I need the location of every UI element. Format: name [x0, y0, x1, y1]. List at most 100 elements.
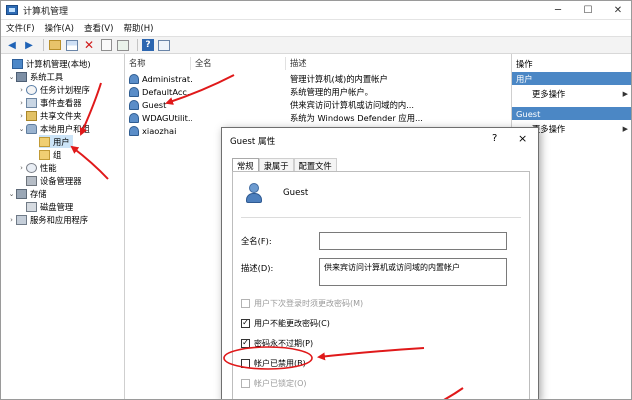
tree-item-label: 本地用户和组	[40, 123, 90, 134]
help-icon[interactable]: ?	[142, 39, 154, 51]
expand-icon[interactable]: ›	[17, 86, 26, 94]
tree-item-label: 计算机管理(本地)	[26, 58, 91, 69]
checkbox-box[interactable]: ✓	[241, 338, 250, 348]
fullname-label: 全名(F):	[241, 236, 272, 246]
password-never-expires-checkbox[interactable]: ✓ 密码永不过期(P)	[241, 337, 313, 349]
toolbar-divider	[137, 39, 138, 51]
menu-action[interactable]: 操作(A)	[40, 22, 79, 34]
user-description: 供来宾访问计算机或访问域的内...	[290, 99, 415, 110]
checkbox-box[interactable]	[241, 378, 250, 388]
collapse-icon[interactable]: ⌄	[7, 73, 16, 81]
guest-properties-dialog: Guest 属性 ? × 常规 隶属于 配置文件 Guest 全名(F): 描述…	[221, 127, 539, 399]
tree-item-users[interactable]: 用户	[39, 135, 73, 148]
column-header-fullname[interactable]: 全名	[191, 57, 286, 70]
forward-arrow-icon[interactable]: ▶	[22, 38, 36, 52]
menu-file[interactable]: 文件(F)	[1, 22, 40, 34]
tree-item-disk-management[interactable]: 磁盘管理	[26, 200, 73, 213]
delete-icon[interactable]: ✕	[82, 38, 96, 52]
actions-section-guest[interactable]: Guest	[512, 107, 631, 120]
expand-icon[interactable]: ›	[7, 216, 16, 224]
tree-item-system-tools[interactable]: ⌄ 系统工具	[7, 70, 63, 83]
menu-help[interactable]: 帮助(H)	[118, 22, 158, 34]
tree-item-local-users-groups[interactable]: ⌄ 本地用户和组	[17, 122, 90, 135]
account-disabled-checkbox[interactable]: 帐户已禁用(B)	[241, 357, 306, 369]
tree-item-label: 存储	[30, 188, 47, 199]
tree-item-services-apps[interactable]: › 服务和应用程序	[7, 213, 88, 226]
window-title: 计算机管理	[23, 6, 69, 17]
tree-item-shared-folders[interactable]: › 共享文件夹	[17, 109, 82, 122]
tree-item-label: 设备管理器	[40, 175, 82, 186]
event-viewer-icon	[26, 97, 37, 108]
tree-item-groups[interactable]: 组	[39, 148, 61, 161]
dialog-close-button[interactable]: ×	[518, 132, 527, 145]
checkbox-label: 用户下次登录时须更改密码(M)	[254, 298, 364, 308]
services-icon	[16, 214, 27, 225]
cannot-change-password-checkbox[interactable]: ✓ 用户不能更改密码(C)	[241, 317, 330, 329]
title-bar: 计算机管理 ─ ☐ ✕	[1, 1, 631, 20]
list-item[interactable]: DefaultAcc... 系统管理的用户帐户。	[125, 85, 511, 98]
properties-icon[interactable]	[99, 38, 113, 52]
minimize-button[interactable]: ─	[543, 1, 573, 20]
collapse-icon[interactable]: ⌄	[7, 190, 16, 198]
tree-item-label: 事件查看器	[40, 97, 82, 108]
show-tree-icon[interactable]	[65, 38, 79, 52]
tab-member-of[interactable]: 隶属于	[258, 158, 294, 172]
column-header-name[interactable]: 名称	[125, 57, 191, 70]
tree-item-root[interactable]: 计算机管理(本地)	[3, 57, 91, 70]
chevron-right-icon: ▶	[622, 124, 628, 133]
back-arrow-icon[interactable]: ◀	[5, 38, 19, 52]
tree-item-label: 服务和应用程序	[30, 214, 89, 225]
checkbox-box[interactable]	[241, 358, 250, 368]
description-field[interactable]: 供来宾访问计算机或访问域的内置帐户	[319, 258, 507, 286]
fullname-field[interactable]	[319, 232, 507, 250]
more-actions-users[interactable]: 更多操作 ▶	[512, 87, 631, 100]
column-header-description[interactable]: 描述	[286, 57, 416, 70]
user-description: 管理计算机(域)的内置帐户	[290, 73, 388, 84]
user-name: Administrat...	[142, 73, 192, 84]
toolbar-divider	[43, 39, 44, 51]
close-button[interactable]: ✕	[603, 1, 631, 20]
view-icon[interactable]	[157, 38, 171, 52]
must-change-password-checkbox[interactable]: 用户下次登录时须更改密码(M)	[241, 297, 363, 309]
tab-profile[interactable]: 配置文件	[293, 158, 337, 172]
expand-icon[interactable]: ›	[17, 99, 26, 107]
account-locked-checkbox[interactable]: 帐户已锁定(O)	[241, 377, 307, 389]
tree-item-label: 磁盘管理	[40, 201, 74, 212]
device-manager-icon	[26, 175, 37, 186]
list-item[interactable]: Administrat... 管理计算机(域)的内置帐户	[125, 72, 511, 85]
tree-item-storage[interactable]: ⌄ 存储	[7, 187, 47, 200]
checkbox-label: 用户不能更改密码(C)	[254, 318, 330, 328]
tree-item-label: 用户	[53, 136, 70, 147]
checkbox-box[interactable]	[241, 298, 250, 308]
tree-item-performance[interactable]: › 性能	[17, 161, 57, 174]
chevron-right-icon: ▶	[622, 89, 628, 98]
user-name: Guest	[142, 99, 167, 110]
expand-icon[interactable]: ›	[17, 112, 26, 120]
tree-item-event-viewer[interactable]: › 事件查看器	[17, 96, 82, 109]
up-folder-icon[interactable]	[48, 38, 62, 52]
folder-icon	[39, 136, 50, 147]
tree-item-label: 任务计划程序	[40, 84, 90, 95]
user-icon	[129, 73, 139, 84]
disk-icon	[26, 201, 37, 212]
actions-section-users[interactable]: 用户	[512, 72, 631, 85]
export-list-icon[interactable]	[116, 38, 130, 52]
tree-item-device-manager[interactable]: 设备管理器	[26, 174, 82, 187]
expand-icon[interactable]: ›	[17, 164, 26, 172]
user-icon	[243, 182, 265, 204]
menu-view[interactable]: 查看(V)	[79, 22, 118, 34]
collapse-icon[interactable]: ⌄	[17, 125, 26, 133]
maximize-button[interactable]: ☐	[573, 1, 603, 20]
tools-icon	[16, 71, 27, 82]
tree-item-task-scheduler[interactable]: › 任务计划程序	[17, 83, 90, 96]
checkbox-box[interactable]: ✓	[241, 318, 250, 328]
list-item-guest[interactable]: Guest 供来宾访问计算机或访问域的内...	[125, 98, 511, 111]
computer-management-icon	[6, 5, 18, 15]
storage-icon	[16, 188, 27, 199]
tree-item-label: 共享文件夹	[40, 110, 82, 121]
list-item[interactable]: WDAGUtilit... 系统为 Windows Defender 应用...	[125, 111, 511, 124]
dialog-help-button[interactable]: ?	[492, 133, 497, 144]
actions-section-label: Guest	[516, 108, 541, 119]
computer-icon	[12, 58, 23, 69]
divider	[241, 217, 521, 218]
